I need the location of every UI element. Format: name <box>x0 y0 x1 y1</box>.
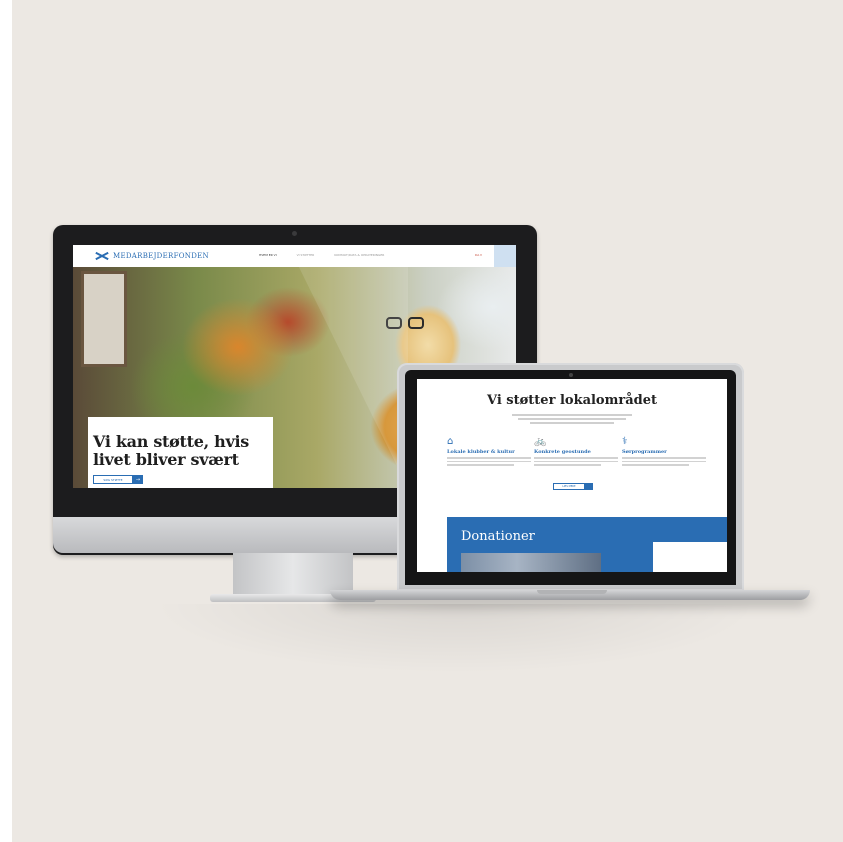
arrow-right-icon[interactable]: → <box>133 475 143 484</box>
hero-title: Vi kan støtte, hvis livet bliver svært <box>93 433 268 469</box>
hero-title-line-1: Vi kan støtte, hvis <box>93 432 249 451</box>
section-intro-text <box>512 412 632 426</box>
nav-item-hvem-er-vi[interactable]: HVEM ER VI <box>259 253 277 257</box>
arrow-right-icon[interactable] <box>585 483 593 490</box>
logo-icon[interactable] <box>95 252 109 260</box>
feature-text <box>622 457 706 466</box>
feature-title[interactable]: Konkrete geostunde <box>534 449 618 455</box>
logo-text[interactable]: MEDARBEJDERFONDEN <box>113 252 209 260</box>
laptop-camera <box>569 373 573 377</box>
health-icon: ⚕ <box>622 436 628 447</box>
feature-text <box>447 457 531 466</box>
language-selector[interactable]: DA ▾ <box>475 253 482 257</box>
hero-title-line-2: livet bliver svært <box>93 450 239 469</box>
laptop-screen: Vi støtter lokalområdet ⌂ Lokale klubber… <box>417 379 727 572</box>
house-icon: ⌂ <box>447 436 454 447</box>
screen-glare <box>288 245 408 488</box>
bicycle-icon: 🚲 <box>534 436 547 447</box>
search-button[interactable] <box>494 245 516 267</box>
donations-card <box>653 542 727 572</box>
feature-text <box>534 457 618 466</box>
imac-camera <box>292 231 297 236</box>
hero-image-window <box>81 271 127 367</box>
feature-column-2: 🚲 Konkrete geostunde <box>534 437 618 468</box>
read-more-button[interactable]: LÆS MERE <box>553 483 585 490</box>
section-title: Vi støtter lokalområdet <box>486 393 657 408</box>
hero-card: Vi kan støtte, hvis livet bliver svært S… <box>88 417 273 488</box>
feature-column-3: ⚕ Sørprogrammer <box>622 437 706 468</box>
donations-image <box>461 553 601 572</box>
feature-title[interactable]: Lokale klubber & kultur <box>447 449 531 455</box>
donations-title: Donationer <box>461 529 535 544</box>
laptop-opening-notch <box>537 590 607 594</box>
feature-column-1: ⌂ Lokale klubber & kultur <box>447 437 531 468</box>
floor-shadow <box>150 604 760 674</box>
donations-section: Donationer <box>447 517 727 572</box>
hero-cta-button[interactable]: SØG STØTTE <box>93 475 133 484</box>
feature-title[interactable]: Sørprogrammer <box>622 449 706 455</box>
